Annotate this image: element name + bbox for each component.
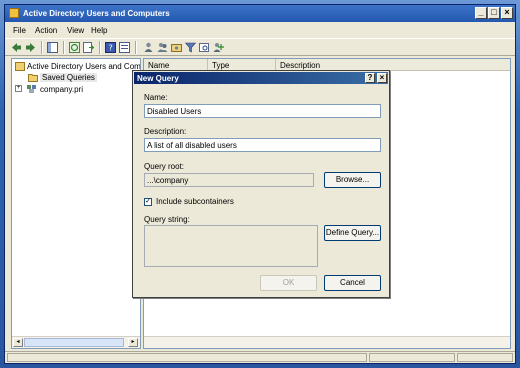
tree-item-domain[interactable]: company.pri (40, 85, 83, 94)
toolbar: ? (5, 38, 515, 56)
toolbar-separator (41, 41, 43, 54)
tree-item-saved-queries[interactable]: Saved Queries (40, 73, 97, 82)
dialog-title-bar[interactable]: New Query ? × (134, 72, 388, 84)
maximize-button[interactable]: □ (488, 7, 500, 19)
show-hide-tree-icon[interactable] (47, 42, 58, 53)
find-icon[interactable] (199, 42, 210, 53)
window-title: Active Directory Users and Computers (23, 9, 170, 18)
query-root-label: Query root: (144, 162, 185, 171)
forward-icon[interactable] (25, 42, 36, 53)
new-query-dialog: New Query ? × Name: Disabled Users Descr… (132, 70, 390, 298)
new-ou-icon[interactable] (171, 42, 182, 53)
include-subcontainers-label[interactable]: Include subcontainers (156, 197, 234, 206)
tree-expander[interactable]: + (15, 85, 22, 92)
new-user-icon[interactable] (143, 42, 154, 53)
include-subcontainers-checkbox[interactable]: ✓ (144, 198, 152, 206)
menu-file[interactable]: File (13, 26, 26, 35)
menu-view[interactable]: View (67, 26, 84, 35)
folder-icon (28, 74, 38, 82)
svg-text:?: ? (109, 44, 113, 53)
filter-icon[interactable] (185, 42, 196, 53)
domain-icon (27, 85, 36, 93)
ok-button[interactable]: OK (260, 275, 317, 291)
scroll-left-button[interactable]: ◂ (13, 338, 23, 347)
browse-button[interactable]: Browse... (324, 172, 381, 188)
query-string-field (144, 225, 318, 267)
scroll-thumb[interactable] (24, 338, 124, 347)
query-string-label: Query string: (144, 215, 190, 224)
cancel-button[interactable]: Cancel (324, 275, 381, 291)
dialog-title: New Query (137, 74, 179, 83)
export-list-icon[interactable] (83, 42, 94, 53)
tree-root-label[interactable]: Active Directory Users and Comput (27, 62, 140, 71)
name-input[interactable]: Disabled Users (144, 104, 381, 118)
console-root-icon (15, 62, 25, 71)
status-segment (7, 353, 367, 362)
title-bar[interactable]: Active Directory Users and Computers _ □… (5, 5, 515, 22)
scroll-right-button[interactable]: ▸ (128, 338, 138, 347)
status-segment (369, 353, 455, 362)
minimize-button[interactable]: _ (475, 7, 487, 19)
add-to-group-icon[interactable] (213, 42, 224, 53)
properties-icon[interactable] (119, 42, 130, 53)
dialog-close-button[interactable]: × (377, 73, 387, 83)
menu-bar: File Action View Help (5, 23, 515, 37)
help-icon[interactable]: ? (105, 42, 116, 53)
define-query-button[interactable]: Define Query... (324, 225, 381, 241)
console-tree[interactable]: Active Directory Users and Comput Saved … (11, 58, 141, 349)
toolbar-separator (99, 41, 101, 54)
status-segment (457, 353, 513, 362)
query-root-field: ...\company (144, 173, 314, 187)
description-input[interactable]: A list of all disabled users (144, 138, 381, 152)
close-button[interactable]: × (501, 7, 513, 19)
refresh-icon[interactable] (69, 42, 80, 53)
tree-horizontal-scrollbar[interactable]: ◂ ▸ (12, 336, 140, 348)
app-icon (9, 8, 19, 18)
new-group-icon[interactable] (157, 42, 168, 53)
menu-help[interactable]: Help (91, 26, 107, 35)
status-bar (5, 351, 515, 363)
toolbar-separator (135, 41, 137, 54)
menu-action[interactable]: Action (35, 26, 57, 35)
description-label: Description: (144, 127, 187, 136)
dialog-help-button[interactable]: ? (365, 73, 375, 83)
list-horizontal-scrollbar[interactable] (144, 336, 510, 348)
name-label: Name: (144, 93, 168, 102)
back-icon[interactable] (11, 42, 22, 53)
toolbar-separator (63, 41, 65, 54)
